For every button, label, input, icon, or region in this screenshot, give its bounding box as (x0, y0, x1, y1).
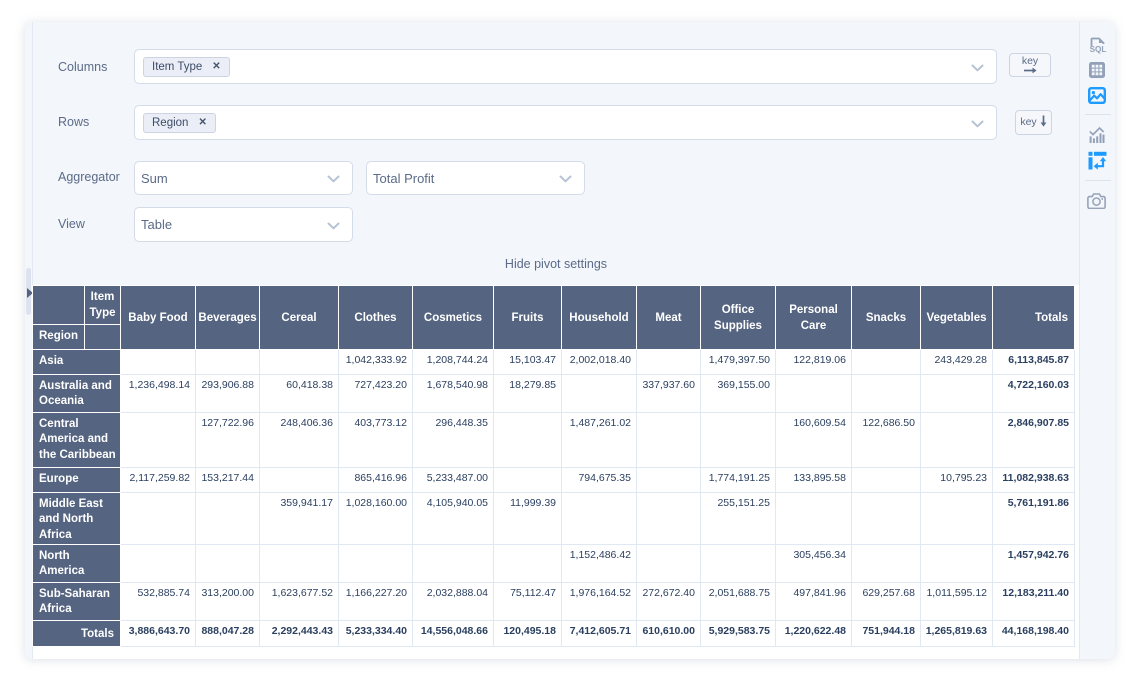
svg-text:SQL: SQL (1090, 45, 1107, 54)
